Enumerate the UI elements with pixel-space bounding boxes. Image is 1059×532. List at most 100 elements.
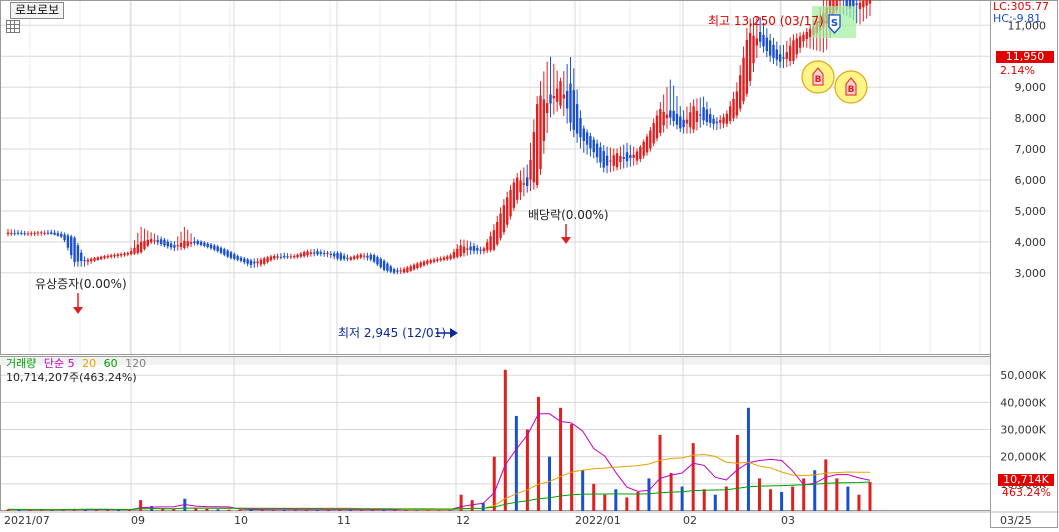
ma-20-label: 20 — [82, 357, 97, 370]
candle-body — [399, 270, 402, 272]
candle-body — [572, 90, 575, 130]
volume-bar — [492, 456, 496, 511]
candle-body — [615, 153, 619, 168]
candle-body — [612, 155, 615, 166]
candle-body — [366, 255, 369, 258]
candle-body — [26, 233, 30, 235]
candle-body — [562, 94, 566, 99]
candle-body — [60, 233, 63, 237]
candle-body — [459, 245, 462, 256]
volume-bar — [857, 494, 861, 511]
candle-body — [376, 256, 379, 265]
candle-body — [386, 263, 389, 271]
x-tick-label: 02 — [683, 514, 697, 527]
candle-body — [256, 261, 259, 264]
volume-bar — [813, 470, 817, 511]
candle-body — [66, 235, 70, 248]
volume-ma-line-60 — [7, 481, 871, 511]
candle-body — [689, 112, 692, 128]
price-tick-label: 6,000 — [1015, 174, 1047, 187]
volume-bar — [757, 478, 761, 511]
candle-body — [582, 128, 585, 142]
candle-body — [76, 245, 80, 262]
candle-body — [156, 240, 159, 243]
volume-bar — [470, 500, 474, 511]
candle-body — [6, 232, 10, 235]
buy-signal-label: B — [848, 85, 855, 95]
candle-body — [532, 132, 536, 183]
candle-body — [80, 252, 83, 262]
candle-body — [133, 247, 136, 254]
candle-body — [635, 151, 639, 161]
candle-body — [36, 232, 40, 234]
candle-body — [169, 243, 173, 248]
volume-bar — [713, 494, 717, 511]
current-volume-text: 10,714,207주(463.24%) — [6, 371, 137, 384]
candle-body — [719, 120, 722, 123]
ex-dividend-arrow-head — [561, 237, 571, 244]
candle-body — [113, 254, 116, 257]
candle-body — [768, 40, 772, 56]
candle-body — [233, 254, 236, 259]
candle-body — [96, 257, 100, 261]
candle-body — [559, 81, 562, 106]
ma-60-label: 60 — [103, 357, 118, 370]
candle-body — [436, 259, 439, 261]
candle-body — [685, 119, 689, 124]
candle-body — [522, 183, 526, 185]
candle-body — [56, 233, 60, 236]
candle-body — [216, 246, 219, 252]
candle-body — [762, 34, 765, 47]
candle-body — [748, 32, 752, 81]
candle-body — [502, 205, 506, 233]
volume-panel-header — [0, 357, 990, 365]
candle-body — [742, 57, 745, 102]
candle-body — [772, 44, 775, 58]
volume-bar — [636, 491, 640, 511]
candle-body — [649, 130, 652, 149]
volume-bar — [238, 509, 242, 511]
candle-body — [253, 261, 256, 264]
price-tick-label: 7,000 — [1015, 143, 1047, 156]
candle-body — [419, 262, 422, 267]
candle-body — [243, 258, 246, 263]
volume-ma-line-20 — [7, 453, 871, 511]
chart-canvas: 3,0004,0005,0006,0007,0008,0009,00010,00… — [0, 0, 1059, 528]
candle-body — [855, 3, 858, 5]
ex-dividend-annotation: 배당락(0.00%) — [528, 208, 609, 222]
candle-body — [739, 75, 742, 109]
candle-body — [492, 230, 496, 250]
candle-body — [109, 255, 113, 257]
candle-body — [219, 247, 223, 253]
volume-bar — [216, 509, 220, 511]
candle-body — [93, 257, 96, 261]
grid-icon[interactable] — [6, 20, 20, 33]
candle-body — [83, 260, 86, 262]
candle-body — [645, 136, 649, 153]
candle-body — [679, 116, 682, 129]
x-tick-label: 09 — [131, 514, 145, 527]
stock-chart: 3,0004,0005,0006,0007,0008,0009,00010,00… — [0, 0, 1059, 529]
volume-bar — [205, 508, 209, 511]
candle-body — [143, 240, 146, 249]
candle-body — [862, 0, 865, 8]
candle-body — [106, 255, 110, 258]
candle-body — [362, 255, 366, 257]
candle-body — [119, 253, 123, 256]
candle-body — [788, 45, 792, 61]
candle-body — [339, 253, 343, 260]
ticker-name[interactable]: 로보로보 — [10, 2, 65, 19]
candle-body — [239, 257, 243, 261]
candle-body — [186, 241, 189, 247]
hc-indicator: HC:-9.81 — [993, 12, 1042, 25]
candle-body — [306, 251, 309, 256]
candle-body — [402, 268, 406, 273]
candle-body — [462, 246, 466, 254]
candle-body — [10, 232, 13, 234]
candle-body — [276, 256, 279, 258]
candle-body — [695, 110, 699, 123]
volume-bar — [249, 509, 253, 511]
candle-body — [206, 243, 209, 247]
candle-body — [99, 256, 103, 260]
candle-body — [442, 257, 446, 260]
